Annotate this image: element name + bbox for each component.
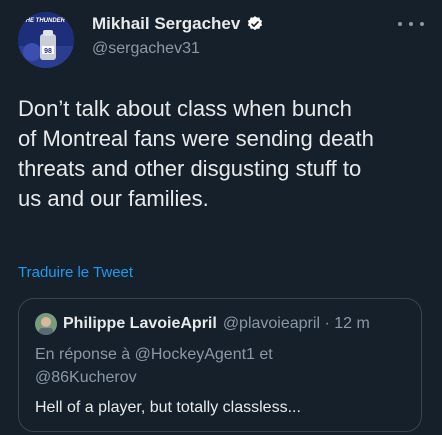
author-avatar[interactable]: 98 THE THUNDER xyxy=(18,12,74,68)
author-display-name[interactable]: Mikhail Sergachev xyxy=(92,14,240,34)
more-options-icon[interactable] xyxy=(398,16,424,32)
avatar-image: 98 THE THUNDER xyxy=(18,12,74,68)
translate-tweet-link[interactable]: Traduire le Tweet xyxy=(18,264,133,281)
quoted-author-handle-time: @plavoieapril · 12 m xyxy=(222,315,370,332)
author-handle[interactable]: @sergachev31 xyxy=(92,40,200,58)
tweet-text: Don’t talk about class when bunch of Mon… xyxy=(18,96,374,211)
quoted-tweet-header: Philippe LavoieApril @plavoieapril · 12 … xyxy=(35,313,370,335)
quoted-author-avatar xyxy=(35,313,57,335)
tweet-header: 98 THE THUNDER Mikhail Sergachev @sergac… xyxy=(0,0,442,90)
quoted-tweet-card[interactable]: Philippe LavoieApril @plavoieapril · 12 … xyxy=(18,298,422,432)
quoted-reply-context: En réponse à @HockeyAgent1 et @86Kuchero… xyxy=(35,346,273,386)
quoted-author-name: Philippe LavoieApril xyxy=(63,315,217,332)
avatar-number: 98 xyxy=(44,48,52,55)
quoted-tweet-text: Hell of a player, but totally classless.… xyxy=(35,399,301,416)
avatar-banner-text: THE THUNDER xyxy=(22,18,66,24)
verified-badge-icon xyxy=(248,16,263,31)
author-name-row: Mikhail Sergachev xyxy=(92,14,264,34)
